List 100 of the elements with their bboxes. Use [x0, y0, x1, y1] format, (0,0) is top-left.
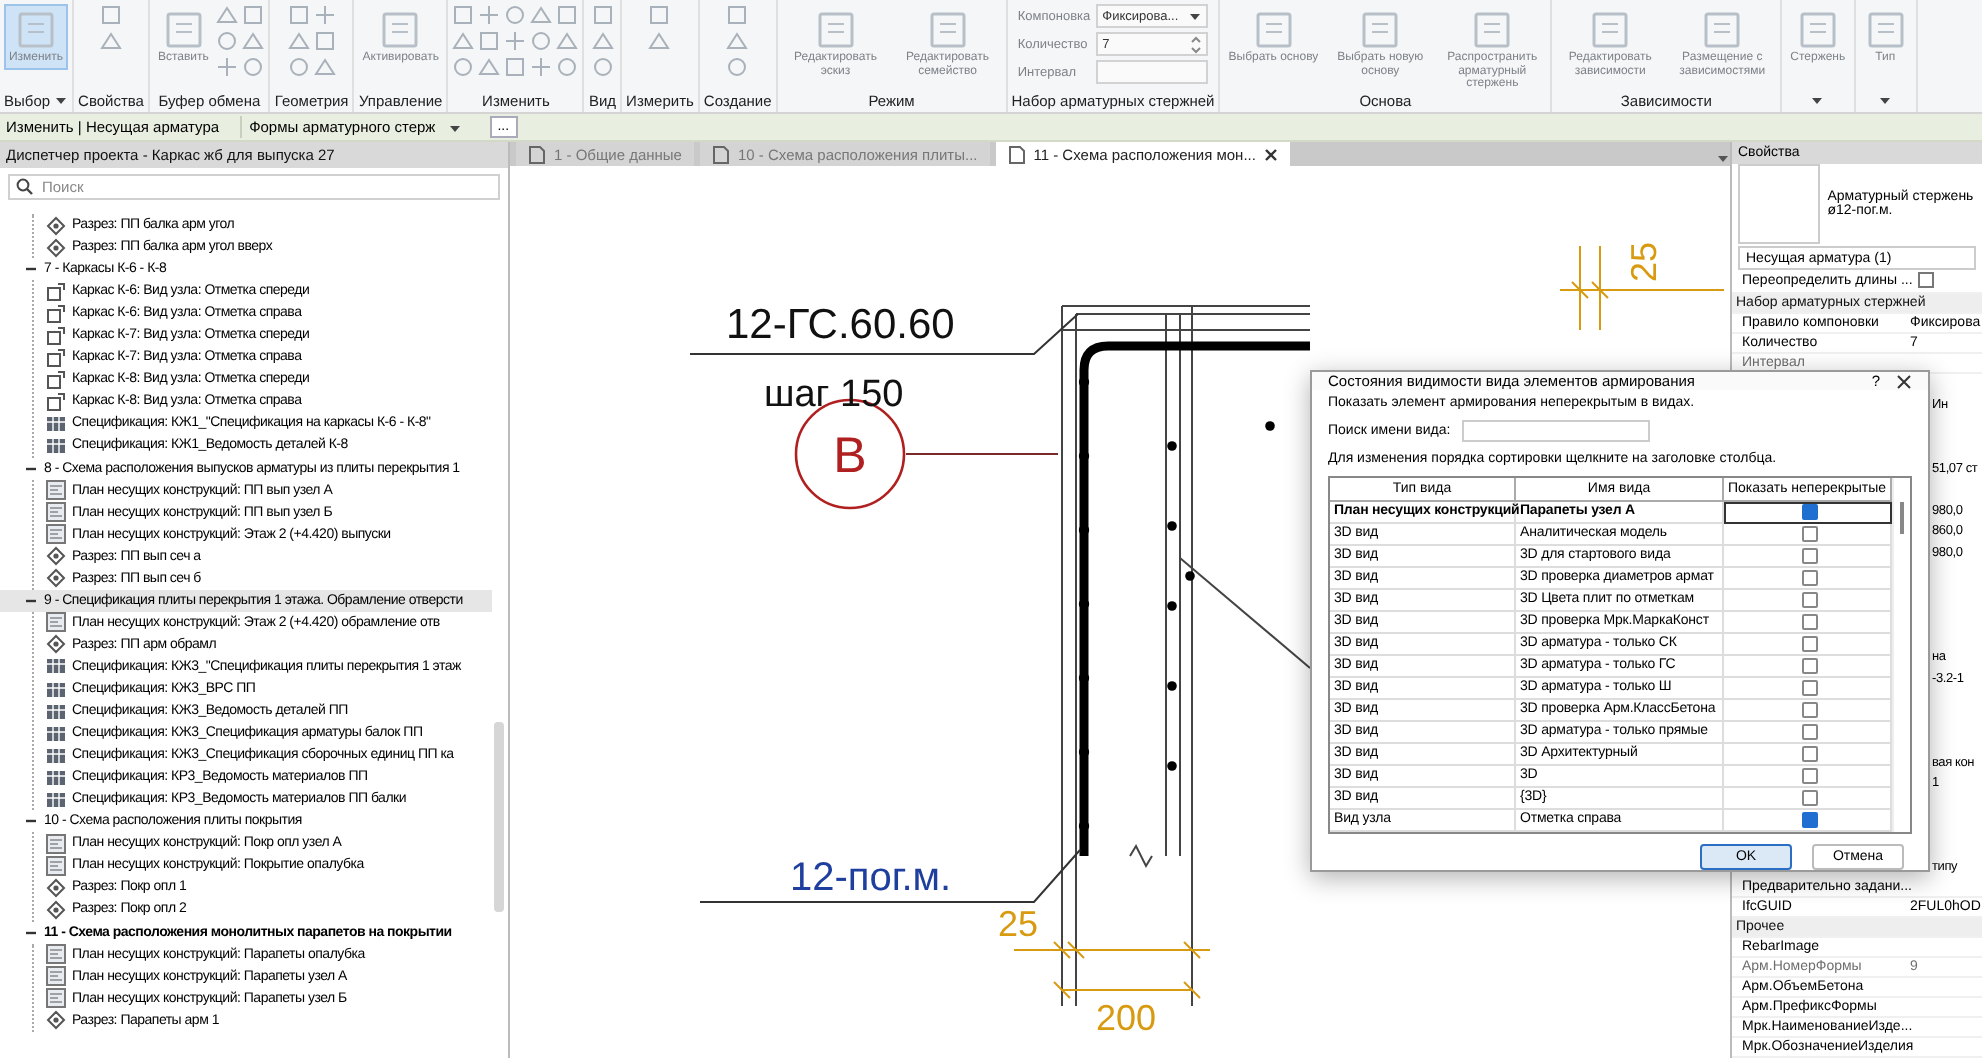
tool-glyph-icon[interactable] [556, 4, 579, 26]
tool-glyph-icon[interactable] [726, 30, 749, 52]
tool-glyph-icon[interactable] [478, 30, 501, 52]
plan-view-icon[interactable] [46, 612, 66, 633]
checkbox[interactable] [1801, 592, 1817, 608]
tool-glyph-icon[interactable] [478, 56, 501, 78]
tool-glyph-icon[interactable] [591, 4, 614, 26]
checkbox[interactable] [1801, 526, 1817, 542]
plan-view-icon[interactable] [46, 944, 66, 965]
checkbox[interactable] [1801, 680, 1817, 696]
tool-glyph-icon[interactable] [287, 30, 310, 52]
close-icon[interactable] [1896, 373, 1912, 389]
checkbox[interactable] [1801, 548, 1817, 564]
tool-glyph-icon[interactable] [648, 4, 671, 26]
tool-glyph-icon[interactable] [504, 30, 527, 52]
tool-glyph-icon[interactable] [242, 56, 265, 78]
detail-view-icon[interactable] [46, 347, 66, 368]
detail-view-icon[interactable] [46, 303, 66, 324]
tool-glyph-icon[interactable] [287, 4, 310, 26]
panel-dropdown-icon[interactable] [1810, 94, 1825, 106]
table-icon[interactable] [46, 413, 66, 434]
tool-glyph-icon[interactable] [556, 56, 579, 78]
checkbox[interactable] [1801, 812, 1817, 828]
tool-glyph-icon[interactable] [530, 30, 553, 52]
tool-glyph-icon[interactable] [504, 56, 527, 78]
tool-glyph-icon[interactable] [556, 30, 579, 52]
detail-view-icon[interactable] [46, 369, 66, 390]
tool-glyph-icon[interactable] [591, 56, 614, 78]
checkbox[interactable] [1801, 614, 1817, 630]
tool-glyph-icon[interactable] [242, 30, 265, 52]
checkbox[interactable] [1801, 658, 1817, 674]
table-icon[interactable] [46, 745, 66, 766]
tab-list-icon[interactable] [1716, 152, 1730, 166]
checkbox[interactable] [1801, 504, 1817, 520]
section-view-icon[interactable] [46, 568, 66, 589]
table-icon[interactable] [46, 701, 66, 722]
plan-view-icon[interactable] [46, 966, 66, 987]
plan-view-icon[interactable] [46, 988, 66, 1009]
checkbox[interactable] [1801, 636, 1817, 652]
panel-dropdown-icon[interactable] [1878, 94, 1893, 106]
detail-view-icon[interactable] [46, 281, 66, 302]
tool-glyph-icon[interactable] [530, 4, 553, 26]
table-icon[interactable] [46, 723, 66, 744]
tool-glyph-icon[interactable] [216, 30, 239, 52]
tool-glyph-icon[interactable] [100, 30, 122, 52]
section-view-icon[interactable] [46, 546, 66, 567]
section-view-icon[interactable] [46, 1010, 66, 1031]
tool-glyph-icon[interactable] [287, 56, 310, 78]
view-name-field[interactable] [1462, 420, 1651, 442]
caret-icon[interactable] [447, 121, 462, 133]
dimension-label: 200 [1096, 998, 1157, 1038]
tool-glyph-icon[interactable] [591, 30, 614, 52]
tool-glyph-icon[interactable] [452, 30, 475, 52]
type-preview [1738, 164, 1820, 245]
tool-glyph-icon[interactable] [530, 56, 553, 78]
tool-glyph-icon[interactable] [216, 56, 239, 78]
tool-glyph-icon[interactable] [452, 56, 475, 78]
section-view-icon[interactable] [46, 877, 66, 898]
plan-view-icon[interactable] [46, 524, 66, 545]
tool-glyph-icon[interactable] [726, 56, 749, 78]
section-view-icon[interactable] [46, 215, 66, 236]
checkbox[interactable] [1801, 724, 1817, 740]
checkbox[interactable] [1801, 746, 1817, 762]
table-icon[interactable] [46, 656, 66, 677]
tool-glyph-icon[interactable] [313, 30, 336, 52]
tool-glyph-icon[interactable] [648, 30, 671, 52]
detail-view-icon[interactable] [46, 325, 66, 346]
panel-dropdown-icon[interactable] [54, 94, 69, 106]
spinner-icon[interactable] [1190, 35, 1203, 53]
caret-icon[interactable] [1188, 10, 1203, 22]
checkbox[interactable] [1801, 570, 1817, 586]
table-icon[interactable] [46, 767, 66, 788]
plan-view-icon[interactable] [46, 833, 66, 854]
section-view-icon[interactable] [46, 899, 66, 920]
tool-glyph-icon[interactable] [216, 4, 239, 26]
tool-glyph-icon[interactable] [452, 4, 475, 26]
tool-glyph-icon[interactable] [100, 4, 122, 26]
plan-view-icon[interactable] [46, 502, 66, 523]
section-view-icon[interactable] [46, 237, 66, 258]
plan-view-icon[interactable] [46, 855, 66, 876]
scrollbar-thumb[interactable] [494, 722, 504, 912]
checkbox[interactable] [1801, 702, 1817, 718]
tool-glyph-icon[interactable] [726, 4, 749, 26]
checkbox[interactable] [1918, 271, 1935, 288]
tool-glyph-icon[interactable] [313, 4, 336, 26]
detail-view-icon[interactable] [46, 391, 66, 412]
section-view-icon[interactable] [46, 634, 66, 655]
tool-glyph-icon[interactable] [313, 56, 336, 78]
checkbox[interactable] [1801, 790, 1817, 806]
close-icon[interactable] [1263, 147, 1278, 161]
checkbox[interactable] [1801, 768, 1817, 784]
ribbon-input-field[interactable] [1096, 60, 1209, 84]
scrollbar-thumb[interactable] [1900, 502, 1904, 534]
table-icon[interactable] [46, 789, 66, 810]
table-icon[interactable] [46, 435, 66, 456]
tool-glyph-icon[interactable] [242, 4, 265, 26]
tool-glyph-icon[interactable] [504, 4, 527, 26]
plan-view-icon[interactable] [46, 480, 66, 501]
table-icon[interactable] [46, 679, 66, 699]
tool-glyph-icon[interactable] [478, 4, 501, 26]
